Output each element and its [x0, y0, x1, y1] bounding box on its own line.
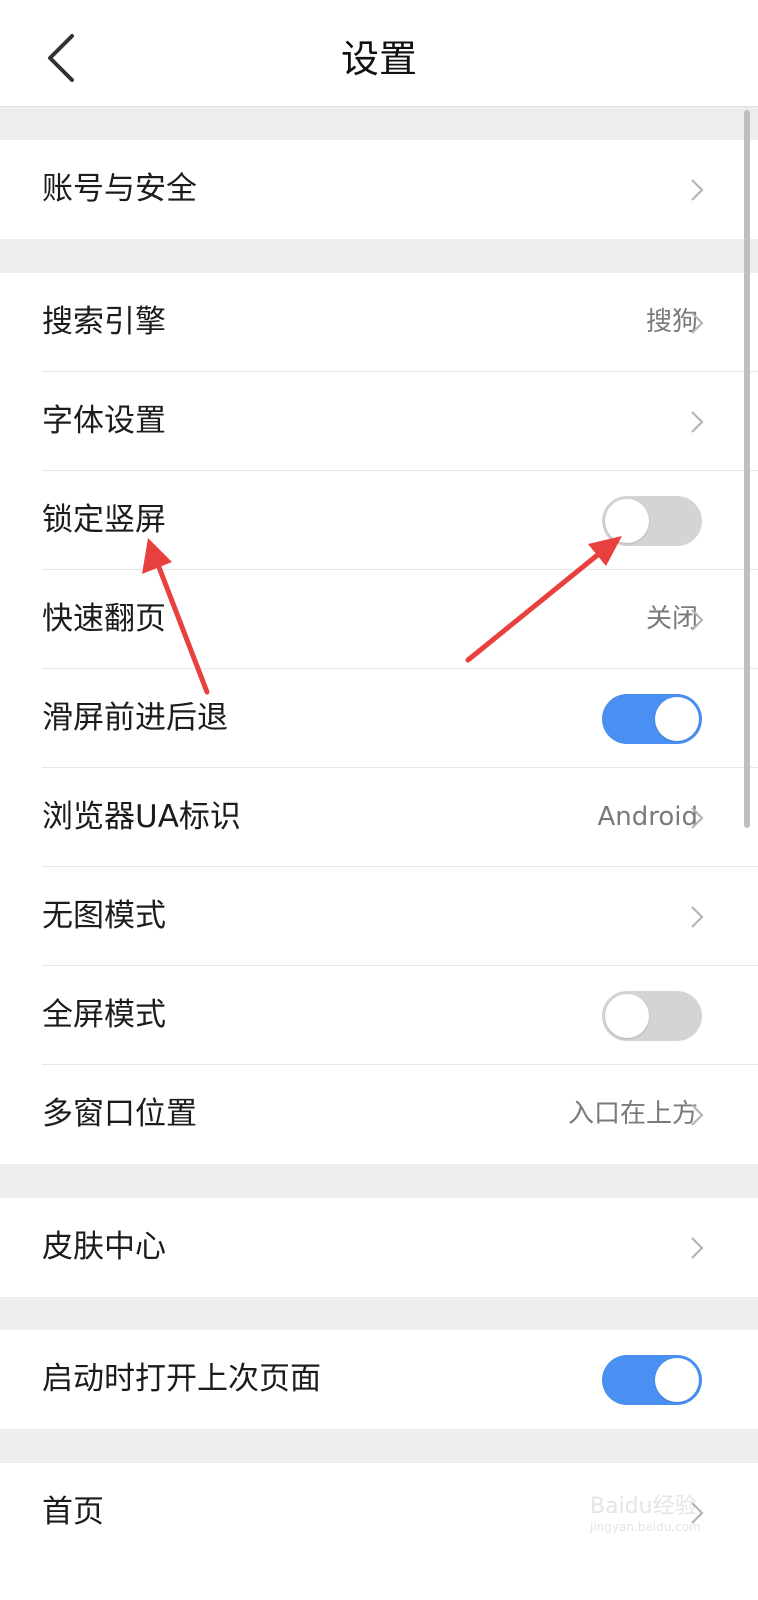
- settings-item-quick-page-turn[interactable]: 快速翻页 关闭: [0, 570, 758, 669]
- toggle-knob: [655, 1358, 699, 1402]
- settings-item-label: 快速翻页: [42, 601, 166, 637]
- settings-item-no-image-mode[interactable]: 无图模式: [0, 867, 758, 966]
- chevron-right-icon: [691, 609, 704, 631]
- settings-item-multi-window-position[interactable]: 多窗口位置 入口在上方: [0, 1065, 758, 1164]
- settings-group-account: 账号与安全: [0, 140, 758, 239]
- settings-item-value: Android: [597, 802, 698, 832]
- fullscreen-mode-toggle[interactable]: [602, 991, 702, 1041]
- chevron-right-icon: [691, 807, 704, 829]
- scrollbar[interactable]: [744, 110, 750, 828]
- settings-item-label: 皮肤中心: [42, 1229, 166, 1265]
- restore-last-page-toggle[interactable]: [602, 1355, 702, 1405]
- toggle-knob: [655, 697, 699, 741]
- settings-item-label: 搜索引擎: [42, 304, 166, 340]
- watermark-text: Baidu经验: [590, 1494, 697, 1519]
- settings-item-label: 无图模式: [42, 898, 166, 934]
- page-title: 设置: [340, 37, 417, 81]
- chevron-right-icon: [691, 411, 704, 433]
- settings-item-label: 多窗口位置: [42, 1096, 197, 1132]
- settings-item-user-agent[interactable]: 浏览器UA标识 Android: [0, 768, 758, 867]
- settings-item-label: 启动时打开上次页面: [42, 1361, 321, 1397]
- settings-group-startup: 启动时打开上次页面: [0, 1330, 758, 1429]
- settings-item-label: 首页: [42, 1494, 104, 1530]
- toggle-knob: [605, 499, 649, 543]
- watermark-subtext: jingyan.baidu.com: [590, 1520, 701, 1534]
- chevron-right-icon: [691, 906, 704, 928]
- settings-item-restore-last-page: 启动时打开上次页面: [0, 1330, 758, 1429]
- settings-item-lock-portrait: 锁定竖屏: [0, 471, 758, 570]
- settings-item-swipe-navigation: 滑屏前进后退: [0, 669, 758, 768]
- settings-item-font[interactable]: 字体设置: [0, 372, 758, 471]
- chevron-right-icon: [691, 179, 704, 201]
- settings-item-label: 浏览器UA标识: [42, 799, 241, 835]
- settings-item-account-security[interactable]: 账号与安全: [0, 140, 758, 239]
- settings-item-value: 入口在上方: [567, 1099, 698, 1129]
- settings-item-label: 字体设置: [42, 403, 166, 439]
- settings-group-skin: 皮肤中心: [0, 1198, 758, 1297]
- settings-group-browser: 搜索引擎 搜狗 字体设置 锁定竖屏 快速翻页 关闭 滑屏前进后退 浏览器UA标识…: [0, 273, 758, 1164]
- settings-item-search-engine[interactable]: 搜索引擎 搜狗: [0, 273, 758, 372]
- chevron-right-icon: [691, 1104, 704, 1126]
- lock-portrait-toggle[interactable]: [602, 496, 702, 546]
- settings-item-label: 锁定竖屏: [42, 502, 166, 538]
- toggle-knob: [605, 994, 649, 1038]
- swipe-navigation-toggle[interactable]: [602, 694, 702, 744]
- settings-item-skin-center[interactable]: 皮肤中心: [0, 1198, 758, 1297]
- chevron-right-icon: [691, 1237, 704, 1259]
- settings-item-label: 账号与安全: [42, 171, 197, 207]
- top-bar: 设置: [0, 0, 758, 107]
- settings-item-label: 全屏模式: [42, 997, 166, 1033]
- chevron-right-icon: [691, 312, 704, 334]
- settings-item-fullscreen-mode: 全屏模式: [0, 966, 758, 1065]
- settings-item-label: 滑屏前进后退: [42, 700, 228, 736]
- baidu-jingyan-watermark: Baidu经验 jingyan.baidu.com: [590, 1488, 740, 1548]
